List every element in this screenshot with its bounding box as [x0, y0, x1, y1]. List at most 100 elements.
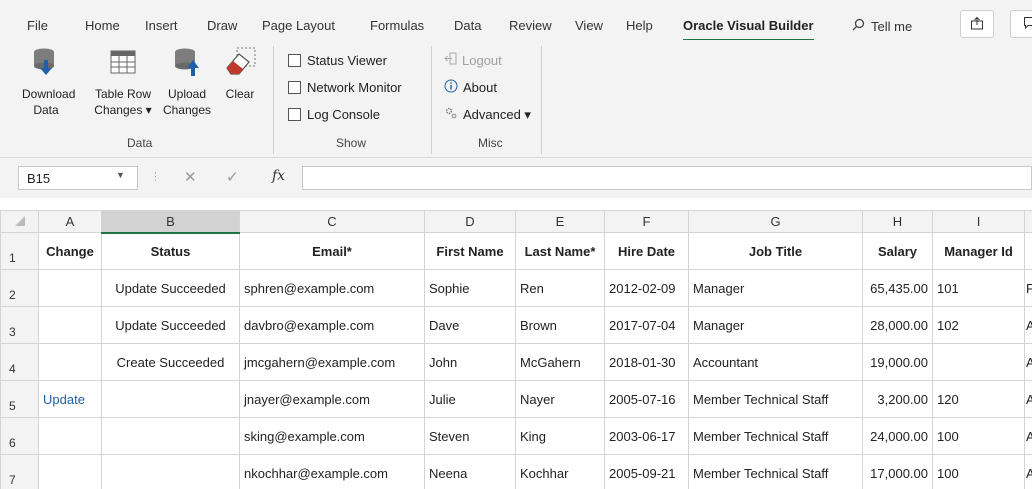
cell-email[interactable]: sking@example.com [239, 417, 425, 455]
cell-email[interactable]: nkochhar@example.com [239, 454, 425, 489]
header-hire-date[interactable]: Hire Date [604, 232, 689, 270]
share-button[interactable] [960, 10, 994, 38]
cell-partial[interactable]: A [1024, 343, 1032, 381]
cell-last-name[interactable]: Nayer [515, 380, 605, 418]
column-header-g[interactable]: G [688, 210, 863, 233]
cell-salary[interactable]: 28,000.00 [862, 306, 933, 344]
cell-job-title[interactable]: Manager [688, 306, 863, 344]
network-monitor-checkbox[interactable]: Network Monitor [288, 80, 402, 95]
table-row-changes-button[interactable]: Table Row Changes ▾ [88, 46, 158, 118]
cell-manager-id[interactable]: 120 [932, 380, 1025, 418]
cell-partial[interactable]: A [1024, 380, 1032, 418]
row-number[interactable]: 7 [0, 454, 39, 489]
cell-status[interactable] [101, 454, 240, 489]
column-header-e[interactable]: E [515, 210, 605, 233]
tab-view[interactable]: View [575, 18, 603, 33]
column-header-partial[interactable] [1024, 210, 1032, 233]
tab-formulas[interactable]: Formulas [370, 18, 424, 33]
cell-job-title[interactable]: Member Technical Staff [688, 454, 863, 489]
select-all-corner[interactable] [0, 210, 39, 233]
formula-input[interactable] [302, 166, 1032, 190]
column-header-b[interactable]: B [101, 210, 240, 234]
tell-me-search[interactable]: Tell me [852, 18, 912, 34]
cell-last-name[interactable]: King [515, 417, 605, 455]
row-number[interactable]: 3 [0, 306, 39, 344]
status-viewer-checkbox[interactable]: Status Viewer [288, 53, 387, 68]
tab-draw[interactable]: Draw [207, 18, 237, 33]
cell-hire-date[interactable]: 2012-02-09 [604, 269, 689, 307]
column-header-f[interactable]: F [604, 210, 689, 233]
cell-last-name[interactable]: Brown [515, 306, 605, 344]
cell-partial[interactable] [1024, 232, 1032, 270]
column-header-a[interactable]: A [38, 210, 102, 233]
cell-change[interactable]: Update [38, 380, 102, 418]
column-header-h[interactable]: H [862, 210, 933, 233]
insert-function-icon[interactable]: fx [272, 168, 285, 184]
cell-salary[interactable]: 17,000.00 [862, 454, 933, 489]
header-manager-id[interactable]: Manager Id [932, 232, 1025, 270]
cell-last-name[interactable]: Kochhar [515, 454, 605, 489]
cell-salary[interactable]: 19,000.00 [862, 343, 933, 381]
cell-manager-id[interactable]: 102 [932, 306, 1025, 344]
cell-email[interactable]: davbro@example.com [239, 306, 425, 344]
cell-status[interactable] [101, 380, 240, 418]
cell-change[interactable] [38, 454, 102, 489]
header-job-title[interactable]: Job Title [688, 232, 863, 270]
cell-first-name[interactable]: John [424, 343, 516, 381]
clear-button[interactable]: Clear [218, 46, 262, 102]
tab-insert[interactable]: Insert [145, 18, 178, 33]
cell-salary[interactable]: 24,000.00 [862, 417, 933, 455]
logout-button[interactable]: Logout [444, 52, 502, 68]
cell-partial[interactable]: A [1024, 306, 1032, 344]
confirm-formula-icon[interactable]: ✓ [226, 168, 239, 186]
tab-review[interactable]: Review [509, 18, 552, 33]
tab-data[interactable]: Data [454, 18, 481, 33]
log-console-checkbox[interactable]: Log Console [288, 107, 380, 122]
cell-first-name[interactable]: Neena [424, 454, 516, 489]
cell-partial[interactable]: A [1024, 454, 1032, 489]
cell-hire-date[interactable]: 2003-06-17 [604, 417, 689, 455]
cell-status[interactable]: Create Succeeded [101, 343, 240, 381]
cell-email[interactable]: sphren@example.com [239, 269, 425, 307]
cell-manager-id[interactable] [932, 343, 1025, 381]
download-data-button[interactable]: Download Data [22, 46, 75, 118]
cell-change[interactable] [38, 343, 102, 381]
cell-job-title[interactable]: Member Technical Staff [688, 380, 863, 418]
cell-partial[interactable]: F [1024, 269, 1032, 307]
cell-change[interactable] [38, 269, 102, 307]
header-salary[interactable]: Salary [862, 232, 933, 270]
cell-salary[interactable]: 3,200.00 [862, 380, 933, 418]
tab-file[interactable]: File [27, 18, 48, 33]
row-number[interactable]: 5 [0, 380, 39, 418]
header-status[interactable]: Status [101, 232, 240, 270]
cell-manager-id[interactable]: 101 [932, 269, 1025, 307]
cell-change[interactable] [38, 417, 102, 455]
cell-change[interactable] [38, 306, 102, 344]
cell-job-title[interactable]: Member Technical Staff [688, 417, 863, 455]
column-header-d[interactable]: D [424, 210, 516, 233]
header-email[interactable]: Email* [239, 232, 425, 270]
upload-changes-button[interactable]: Upload Changes [160, 46, 214, 118]
cancel-formula-icon[interactable]: ✕ [184, 168, 197, 186]
comments-button[interactable] [1010, 10, 1032, 38]
row-number[interactable]: 4 [0, 343, 39, 381]
cell-first-name[interactable]: Steven [424, 417, 516, 455]
cell-job-title[interactable]: Manager [688, 269, 863, 307]
cell-status[interactable]: Update Succeeded [101, 306, 240, 344]
cell-email[interactable]: jnayer@example.com [239, 380, 425, 418]
cell-last-name[interactable]: Ren [515, 269, 605, 307]
header-change[interactable]: Change [38, 232, 102, 270]
chevron-down-icon[interactable]: ▼ [116, 170, 125, 180]
column-header-c[interactable]: C [239, 210, 425, 233]
tab-home[interactable]: Home [85, 18, 120, 33]
header-first-name[interactable]: First Name [424, 232, 516, 270]
cell-last-name[interactable]: McGahern [515, 343, 605, 381]
cell-hire-date[interactable]: 2005-09-21 [604, 454, 689, 489]
cell-status[interactable]: Update Succeeded [101, 269, 240, 307]
tab-oracle-visual-builder[interactable]: Oracle Visual Builder [683, 18, 814, 42]
cell-manager-id[interactable]: 100 [932, 417, 1025, 455]
cell-hire-date[interactable]: 2005-07-16 [604, 380, 689, 418]
row-number[interactable]: 2 [0, 269, 39, 307]
cell-first-name[interactable]: Dave [424, 306, 516, 344]
row-number[interactable]: 1 [0, 232, 39, 270]
